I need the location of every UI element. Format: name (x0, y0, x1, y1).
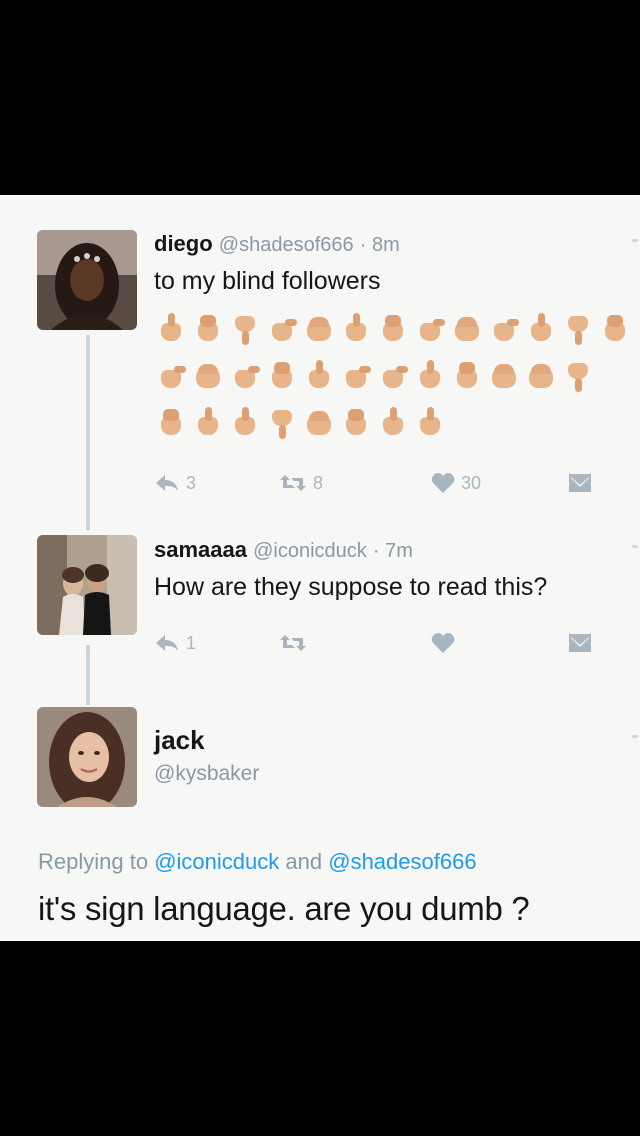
tweet-header: samaaaa @iconicduck · 7m (154, 537, 413, 563)
chevron-down-icon[interactable] (632, 735, 638, 738)
hand-emoji-icon (339, 358, 373, 392)
retweet-button[interactable] (279, 633, 431, 653)
reply-author: jack @kysbaker (154, 725, 259, 786)
avatar-samaaaa[interactable] (37, 535, 137, 635)
reply-count: 3 (186, 472, 197, 493)
heart-icon (431, 473, 455, 493)
reply-icon (156, 635, 178, 651)
hand-emoji-icon (524, 311, 558, 345)
replying-label: Replying to (38, 849, 149, 874)
hand-emoji-icon (265, 358, 299, 392)
mention-link[interactable]: @shadesof666 (328, 849, 476, 874)
hand-emoji-icon (413, 358, 447, 392)
avatar-diego[interactable] (37, 230, 137, 330)
hand-emoji-icon (487, 358, 521, 392)
hand-emoji-icon (228, 405, 262, 439)
hand-emoji-icon (154, 405, 188, 439)
tweet-actions: 3 8 30 (154, 472, 592, 494)
dm-icon (569, 474, 591, 492)
retweet-icon (280, 475, 306, 491)
thread-line (86, 335, 90, 530)
hand-emoji-icon (413, 405, 447, 439)
mention-link[interactable]: @iconicduck (154, 849, 279, 874)
reply-button[interactable]: 1 (154, 633, 279, 654)
reply-button[interactable]: 3 (154, 473, 279, 494)
hand-emoji-icon (302, 405, 336, 439)
timestamp[interactable]: · 8m (360, 234, 400, 256)
hand-emoji-icon (413, 311, 447, 345)
hand-emoji-icon (191, 405, 225, 439)
avatar-image (37, 707, 137, 807)
tweet-text: How are they suppose to read this? (154, 573, 548, 601)
emoji-row (154, 405, 447, 441)
user-handle[interactable]: @iconicduck (253, 540, 367, 562)
hand-emoji-icon (524, 358, 558, 392)
avatar-jack[interactable] (37, 707, 137, 807)
hand-emoji-icon (450, 311, 484, 345)
chevron-down-icon[interactable] (632, 545, 638, 548)
hand-emoji-icon (228, 311, 262, 345)
tweet-actions: 1 (154, 632, 592, 654)
hand-emoji-icon (339, 405, 373, 439)
chevron-down-icon[interactable] (632, 239, 638, 242)
tweet-thread-panel: diego @shadesof666 · 8m to my blind foll… (0, 195, 640, 941)
hand-emoji-icon (598, 311, 632, 345)
user-handle[interactable]: @shadesof666 (219, 234, 354, 256)
hand-emoji-icon (302, 358, 336, 392)
like-button[interactable] (431, 632, 568, 654)
replying-and: and (285, 849, 323, 874)
retweet-count: 8 (313, 472, 324, 493)
hand-emoji-icon (191, 311, 225, 345)
retweet-button[interactable]: 8 (279, 473, 431, 494)
retweet-icon (280, 635, 306, 651)
hand-emoji-icon (487, 311, 521, 345)
hand-emoji-icon (376, 311, 410, 345)
user-handle[interactable]: @kysbaker (154, 762, 259, 786)
hand-emoji-icon (376, 405, 410, 439)
avatar-image (37, 230, 137, 330)
avatar-image (37, 535, 137, 635)
emoji-row (154, 358, 595, 394)
reply-icon (156, 475, 178, 491)
thread-line (86, 645, 90, 705)
hand-emoji-icon (561, 311, 595, 345)
dm-icon (569, 634, 591, 652)
display-name[interactable]: samaaaa (154, 537, 247, 562)
emoji-row (154, 311, 632, 347)
replying-to: Replying to @iconicduck and @shadesof666 (38, 849, 477, 875)
hand-emoji-icon (154, 358, 188, 392)
hand-emoji-icon (302, 311, 336, 345)
hand-emoji-icon (450, 358, 484, 392)
hand-emoji-icon (154, 311, 188, 345)
hand-emoji-icon (561, 358, 595, 392)
hand-emoji-icon (265, 311, 299, 345)
hand-emoji-icon (339, 311, 373, 345)
hand-emoji-icon (376, 358, 410, 392)
heart-icon (431, 633, 455, 653)
hand-emoji-icon (228, 358, 262, 392)
tweet-text: to my blind followers (154, 267, 381, 295)
reply-count: 1 (186, 632, 197, 653)
hand-emoji-icon (265, 405, 299, 439)
timestamp[interactable]: · 7m (373, 540, 413, 562)
hand-emoji-icon (191, 358, 225, 392)
tweet-header: diego @shadesof666 · 8m (154, 231, 400, 257)
dm-button[interactable] (568, 633, 592, 653)
like-button[interactable]: 30 (431, 472, 568, 494)
display-name[interactable]: diego (154, 231, 213, 256)
like-count: 30 (461, 472, 482, 493)
display-name[interactable]: jack (154, 725, 259, 756)
reply-text: it's sign language. are you dumb ? (38, 890, 530, 927)
dm-button[interactable] (568, 473, 592, 493)
